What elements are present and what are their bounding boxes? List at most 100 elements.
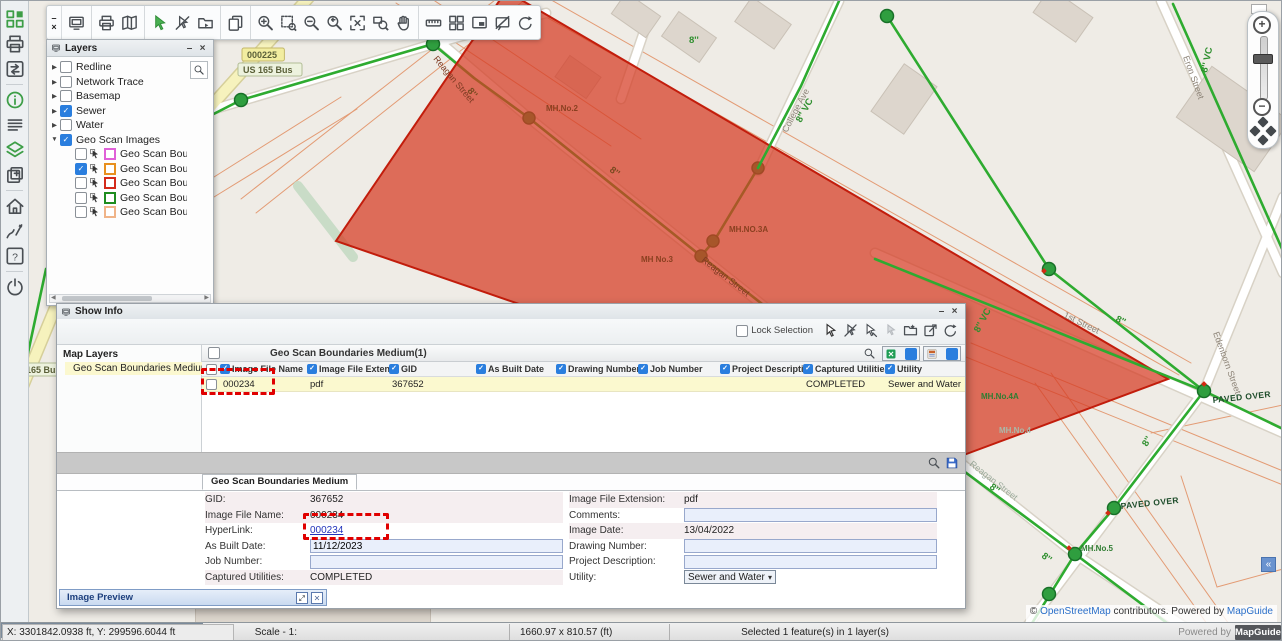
utility-select[interactable]: Sewer and Water▾ [684, 570, 776, 584]
report-export-icon[interactable] [926, 348, 938, 360]
layer-item[interactable]: ▶Water [49, 118, 187, 133]
row-cell[interactable] [476, 377, 556, 391]
sidebar-help-button[interactable]: ? [4, 245, 26, 267]
image-preview-close-button[interactable] [311, 592, 323, 604]
layer-checkbox[interactable] [60, 76, 72, 88]
toolbar-close-button[interactable]: × [51, 23, 56, 32]
column-header[interactable]: ✓Drawing Number [556, 362, 638, 376]
pan-left-button[interactable] [1249, 125, 1260, 136]
layer-checkbox[interactable] [60, 90, 72, 102]
show-info-close-button[interactable]: × [948, 305, 961, 318]
open-window-button[interactable] [922, 322, 939, 339]
atlas-button[interactable] [118, 11, 141, 35]
zoom-in-slider-button[interactable]: + [1253, 16, 1271, 34]
chevron-right-icon[interactable]: ▶ [49, 92, 60, 100]
sidebar-layers-button[interactable] [4, 139, 26, 161]
excel-export-icon[interactable] [885, 348, 897, 360]
measure-button[interactable] [422, 11, 445, 35]
as-built-date-input[interactable] [310, 539, 563, 553]
pan-up-button[interactable] [1257, 116, 1268, 127]
chevron-right-icon[interactable]: ▶ [49, 121, 60, 129]
zoom-out-slider-button[interactable]: − [1253, 98, 1271, 116]
column-checkbox[interactable]: ✓ [556, 364, 566, 374]
comments-input[interactable] [684, 508, 937, 522]
mapguide-link[interactable]: MapGuide [1227, 606, 1273, 617]
select-all-checkbox[interactable] [208, 347, 220, 359]
row-cell[interactable]: COMPLETED [803, 377, 885, 391]
zoom-rect-button[interactable] [277, 11, 300, 35]
tile-view-button[interactable] [445, 11, 468, 35]
layer-item[interactable]: ▶Network Trace [49, 75, 187, 90]
image-preview-expand-button[interactable] [296, 592, 308, 604]
layers-close-button[interactable]: × [196, 42, 209, 55]
clear-select-button[interactable] [171, 11, 194, 35]
print-button[interactable] [95, 11, 118, 35]
column-header[interactable]: ✓Utility [885, 362, 967, 376]
overview-map-button[interactable] [468, 11, 491, 35]
chevron-right-icon[interactable]: ▶ [49, 63, 60, 71]
refresh-button[interactable] [942, 322, 959, 339]
sublayer-checkbox[interactable]: ✓ [75, 163, 87, 175]
sublayer-item[interactable]: Geo Scan Boundari [49, 205, 187, 220]
row-cell[interactable]: pdf [307, 377, 389, 391]
sublayer-item[interactable]: Geo Scan Boundari [49, 191, 187, 206]
tab-geo-scan-boundaries-medium[interactable]: Geo Scan Boundaries Medium [202, 474, 357, 490]
show-info-header[interactable]: Show Info – × [57, 304, 965, 320]
column-checkbox[interactable]: ✓ [885, 364, 895, 374]
sidebar-markup-button[interactable] [4, 220, 26, 242]
table-row[interactable]: 000234pdf367652COMPLETEDSewer and Water [202, 377, 965, 392]
column-checkbox[interactable]: ✓ [720, 364, 730, 374]
column-header[interactable]: ✓Project Description [720, 362, 803, 376]
column-checkbox[interactable]: ✓ [389, 364, 399, 374]
job-number-input[interactable] [310, 555, 563, 569]
sidebar-list-button[interactable] [4, 114, 26, 136]
layers-minimize-button[interactable]: – [183, 42, 196, 55]
column-checkbox[interactable]: ✓ [638, 364, 648, 374]
sidebar-power-button[interactable] [4, 276, 26, 298]
pan-down-button[interactable] [1257, 134, 1268, 145]
image-preview-bar[interactable]: Image Preview [59, 589, 327, 606]
sidebar-home-button[interactable] [4, 195, 26, 217]
layer-item[interactable]: ▶Basemap [49, 89, 187, 104]
report-export-checkbox[interactable] [946, 348, 958, 360]
layer-checkbox[interactable] [60, 61, 72, 73]
layer-checkbox[interactable]: ✓ [60, 105, 72, 117]
show-info-minimize-button[interactable]: – [935, 305, 948, 318]
zoom-slider-track[interactable] [1260, 36, 1268, 100]
clear-select-button[interactable] [842, 322, 859, 339]
sidebar-swap-button[interactable] [4, 58, 26, 80]
sidebar-apps-button[interactable] [4, 8, 26, 30]
zoom-select-button[interactable] [369, 11, 392, 35]
column-header[interactable]: ✓GID [389, 362, 476, 376]
column-header[interactable]: ✓Image File Extensi... [307, 362, 389, 376]
column-checkbox[interactable]: ✓ [803, 364, 813, 374]
layer-item[interactable]: ▼✓Geo Scan Images [49, 133, 187, 148]
screen-preview-button[interactable] [65, 11, 88, 35]
copy-button[interactable] [224, 11, 247, 35]
sublayer-checkbox[interactable] [75, 148, 87, 160]
row-cell[interactable] [720, 377, 803, 391]
grid-search-button[interactable] [863, 347, 876, 360]
sidebar-info-button[interactable] [4, 89, 26, 111]
zoom-in-button[interactable] [254, 11, 277, 35]
save-button[interactable] [945, 456, 959, 470]
pan-right-button[interactable] [1265, 125, 1276, 136]
zoom-extents-button[interactable] [346, 11, 369, 35]
sublayer-item[interactable]: ✓Geo Scan Boundari [49, 162, 187, 177]
column-checkbox[interactable]: ✓ [476, 364, 486, 374]
sublayer-item[interactable]: Geo Scan Boundari [49, 147, 187, 162]
add-folder-button[interactable] [902, 322, 919, 339]
zoom-prev-button[interactable] [323, 11, 346, 35]
select-poly-button[interactable] [862, 322, 879, 339]
zoom-out-button[interactable] [300, 11, 323, 35]
layer-checkbox[interactable] [60, 119, 72, 131]
refresh-button[interactable] [514, 11, 537, 35]
layers-horizontal-scrollbar[interactable]: ◀ ▶ [49, 294, 211, 303]
detail-search-button[interactable] [927, 456, 941, 470]
row-cell[interactable] [638, 377, 720, 391]
excel-export-checkbox[interactable] [905, 348, 917, 360]
sublayer-checkbox[interactable] [75, 177, 87, 189]
row-cell[interactable] [556, 377, 638, 391]
scroll-left-arrow-icon[interactable]: ◀ [51, 295, 56, 302]
column-header[interactable]: ✓As Built Date [476, 362, 556, 376]
